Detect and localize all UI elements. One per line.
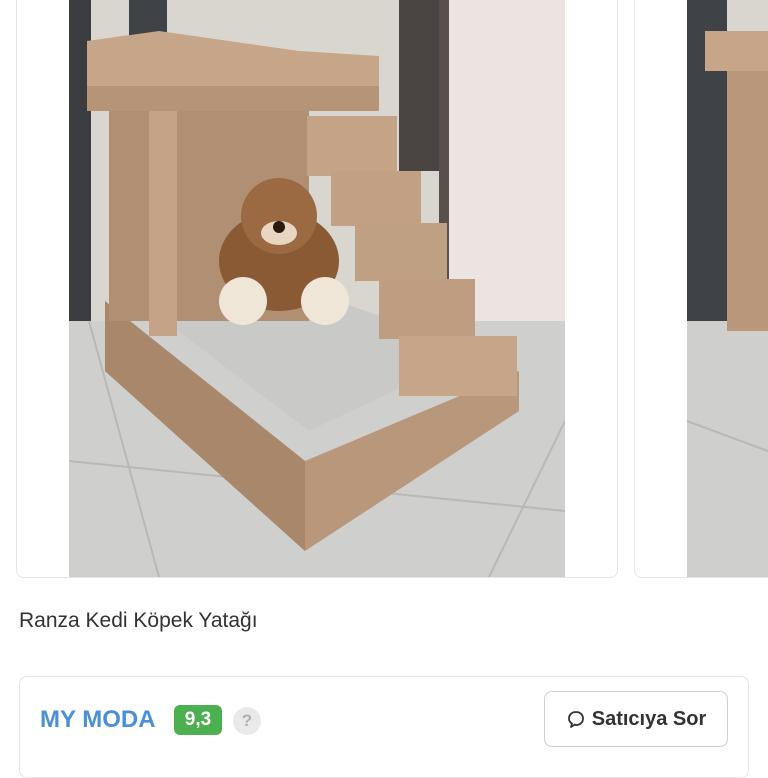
product-image-card[interactable] [16, 0, 618, 578]
next-product-image-card[interactable] [634, 0, 768, 578]
product-image-gallery[interactable] [0, 0, 768, 580]
product-photo [69, 0, 565, 577]
chat-bubble-icon [566, 709, 586, 729]
ask-seller-button[interactable]: Satıcıya Sor [544, 691, 728, 747]
product-title: Ranza Kedi Köpek Yatağı [19, 609, 258, 632]
question-mark-icon[interactable]: ? [233, 707, 261, 735]
seller-rating-badge: 9,3 [174, 705, 222, 735]
seller-name-link[interactable]: MY MODA [40, 706, 156, 734]
seller-info-box: MY MODA 9,3 ? Satıcıya Sor [19, 676, 749, 778]
next-product-photo [687, 0, 768, 577]
ask-seller-label: Satıcıya Sor [591, 707, 707, 730]
